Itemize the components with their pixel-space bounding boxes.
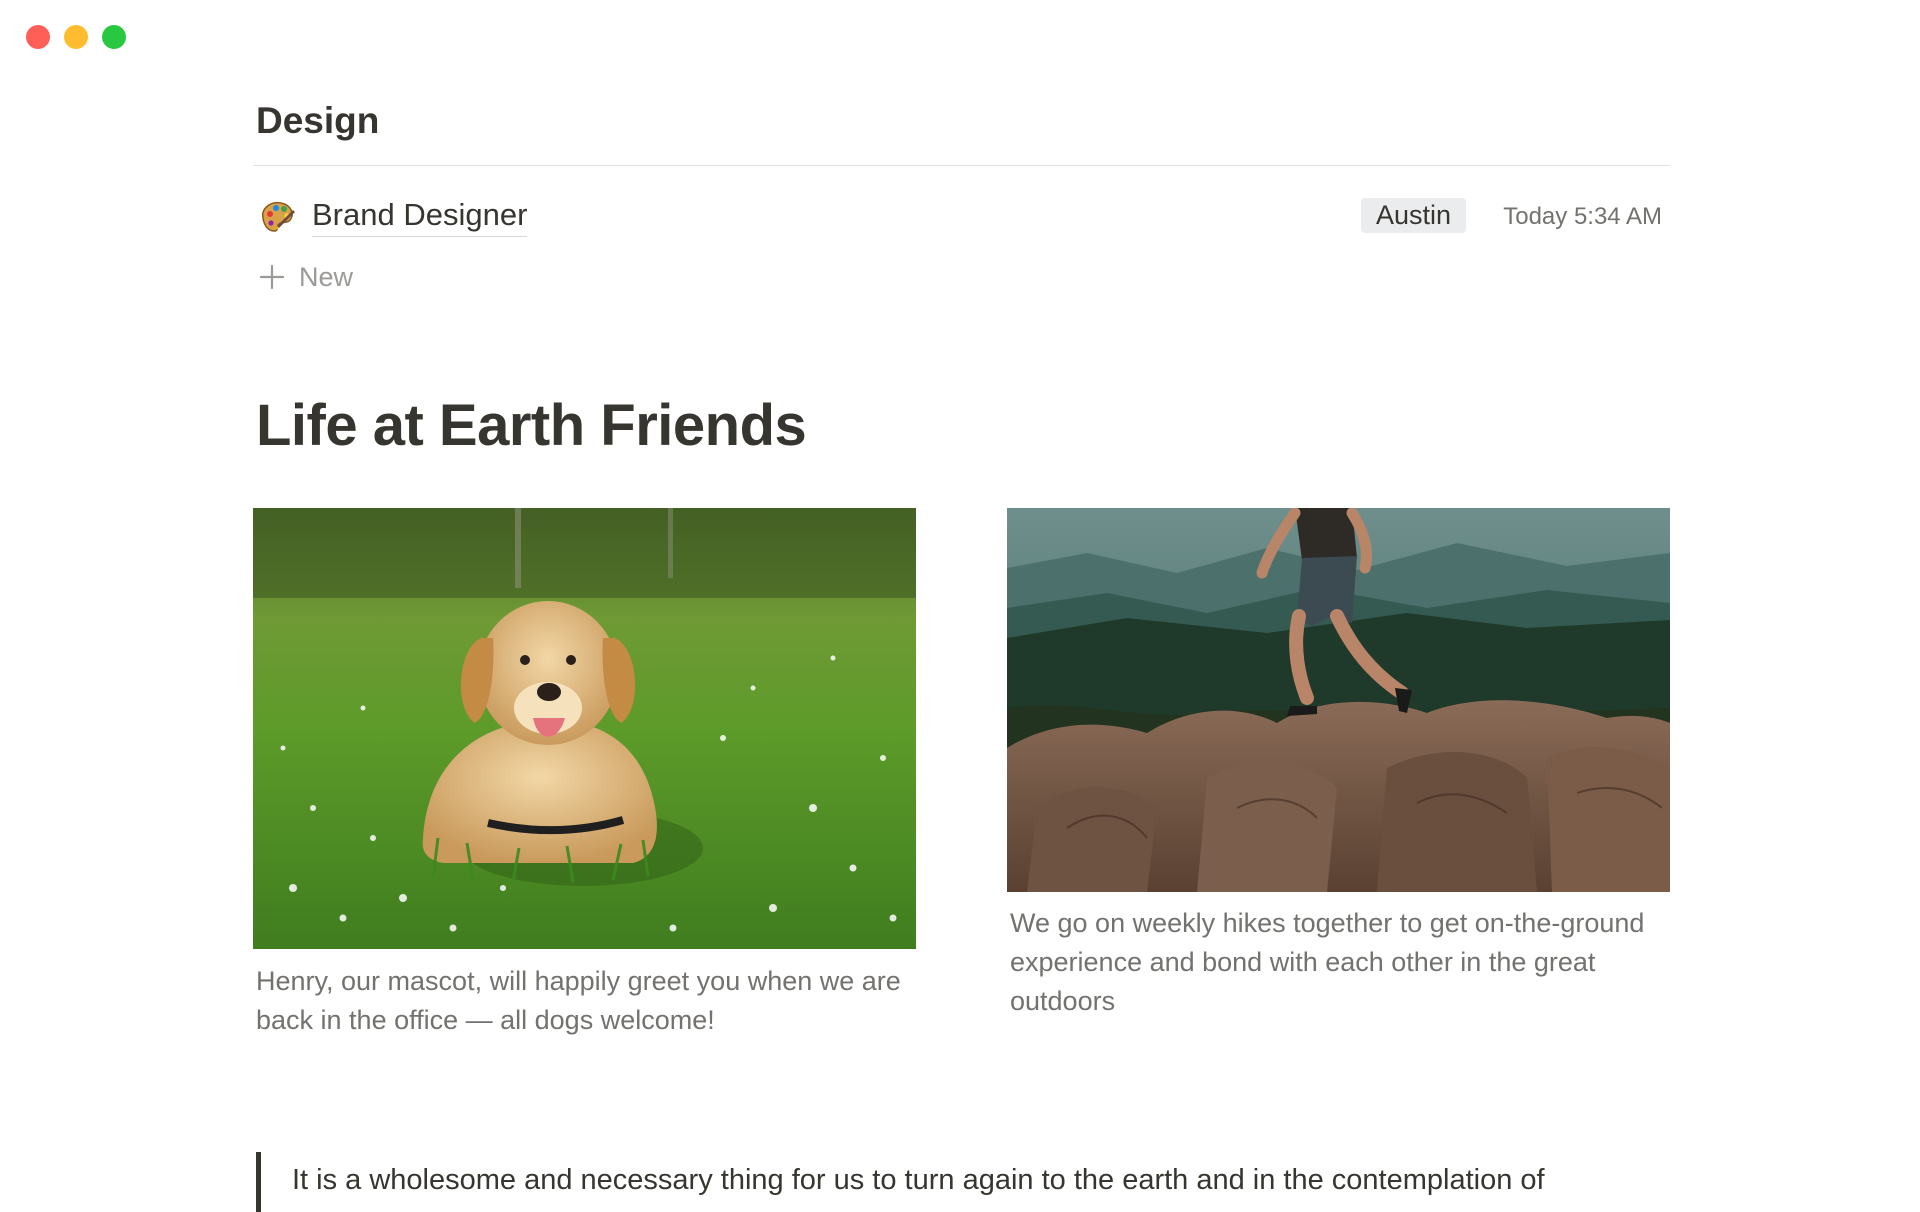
- hiker-on-rocks-photo[interactable]: [1007, 508, 1670, 892]
- zoom-window-button[interactable]: [102, 25, 126, 49]
- section-heading: Life at Earth Friends: [256, 393, 807, 458]
- location-tag: Austin: [1361, 198, 1467, 233]
- database-row[interactable]: Brand Designer Austin Today 5:34 AM: [253, 190, 1670, 240]
- dog-in-meadow-photo[interactable]: [253, 508, 916, 949]
- minimize-window-button[interactable]: [64, 25, 88, 49]
- divider: [253, 165, 1670, 166]
- palette-icon: [262, 201, 295, 232]
- group-title[interactable]: Design: [256, 98, 379, 144]
- new-item-button[interactable]: New: [259, 258, 353, 296]
- window-controls: [26, 25, 126, 49]
- row-title[interactable]: Brand Designer: [312, 196, 528, 237]
- row-timestamp: Today 5:34 AM: [1503, 203, 1662, 230]
- dog-photo-caption: Henry, our mascot, will happily greet yo…: [256, 966, 901, 1035]
- plus-icon: [259, 264, 285, 290]
- blockquote: It is a wholesome and necessary thing fo…: [256, 1152, 1706, 1212]
- close-window-button[interactable]: [26, 25, 50, 49]
- hike-photo-caption: We go on weekly hikes together to get on…: [1010, 908, 1645, 1016]
- new-item-label: New: [299, 261, 354, 292]
